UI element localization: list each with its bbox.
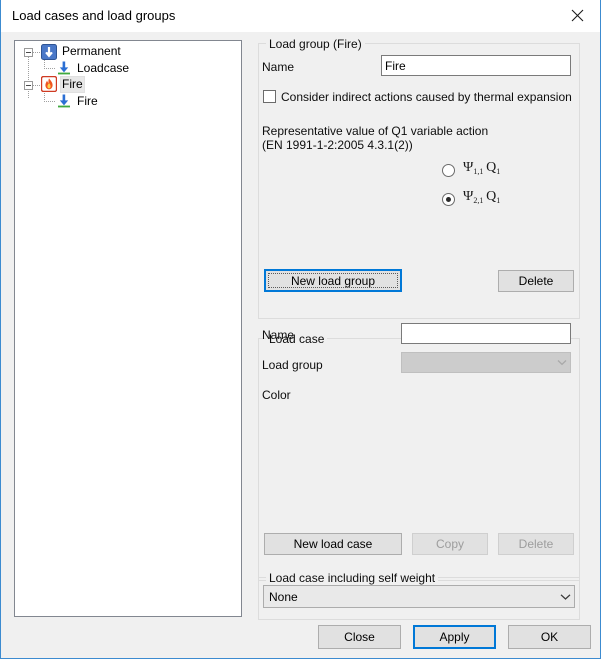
- chevron-down-icon: [557, 593, 574, 601]
- title-bar: Load cases and load groups: [1, 0, 600, 33]
- radio-psi-1-1[interactable]: [442, 164, 455, 177]
- load-case-tree[interactable]: Permanent Loadcase Fire Fire: [14, 40, 242, 617]
- close-button[interactable]: [554, 0, 600, 31]
- delete-load-group-label: Delete: [518, 274, 554, 288]
- psi-sub-2: 2,1: [473, 196, 484, 205]
- chevron-down-icon: [553, 359, 570, 366]
- tree-item-fire-group[interactable]: Fire: [60, 76, 85, 93]
- load-group-name-input[interactable]: [381, 55, 571, 76]
- copy-load-case-label: Copy: [435, 537, 464, 551]
- load-case-group-label: Load group: [262, 358, 323, 372]
- radio-psi-2-1[interactable]: [442, 193, 455, 206]
- tree-item-label: Fire: [77, 94, 98, 108]
- close-icon: [571, 9, 583, 22]
- tree-item-fire-case[interactable]: Fire: [75, 93, 100, 110]
- delete-load-case-label: Delete: [518, 537, 554, 551]
- radio-psi-2-1-label: Ψ2,1 Q1: [463, 189, 500, 205]
- thermal-expansion-checkbox[interactable]: [263, 90, 276, 103]
- representative-value-line2: (EN 1991-1-2:2005 4.3.1(2)): [262, 138, 413, 152]
- new-load-case-button[interactable]: New load case: [264, 533, 402, 555]
- tree-item-permanent[interactable]: Permanent: [60, 43, 123, 60]
- page-title: Load cases and load groups: [12, 8, 176, 23]
- self-weight-select[interactable]: None: [263, 585, 575, 608]
- psi-symbol-1: Ψ: [463, 160, 474, 175]
- self-weight-legend: Load case including self weight: [266, 571, 439, 585]
- close-dialog-label: Close: [344, 630, 375, 644]
- psi-symbol-2: Ψ: [463, 189, 474, 204]
- new-load-group-button[interactable]: New load group: [264, 269, 402, 292]
- tree-item-label: Fire: [60, 76, 85, 93]
- tree-expander-fire[interactable]: [24, 81, 33, 90]
- apply-button[interactable]: Apply: [413, 625, 496, 649]
- close-dialog-button[interactable]: Close: [318, 625, 401, 649]
- ok-button[interactable]: OK: [508, 625, 591, 649]
- tree-item-label: Permanent: [62, 44, 121, 58]
- representative-value-line1: Representative value of Q1 variable acti…: [262, 124, 489, 138]
- load-group-name-label: Name: [262, 60, 295, 74]
- radio-psi-1-1-label: Ψ1,1 Q1: [463, 160, 500, 176]
- q-symbol-2: Q: [486, 189, 497, 204]
- apply-label: Apply: [439, 630, 470, 644]
- permanent-arrow-icon: [41, 44, 57, 63]
- tree-item-label: Loadcase: [77, 61, 130, 75]
- tree-connector-child1-h: [44, 68, 56, 69]
- dialog-client-area: Permanent Loadcase Fire Fire Load group …: [1, 32, 600, 657]
- load-case-color-label: Color: [262, 388, 291, 402]
- fire-flame-icon: [40, 75, 58, 95]
- new-load-group-label: New load group: [290, 273, 376, 288]
- load-case-group-select[interactable]: [401, 352, 571, 373]
- delete-load-case-button[interactable]: Delete: [498, 533, 574, 555]
- new-load-case-label: New load case: [293, 537, 373, 551]
- q-sub-1: 1: [496, 167, 501, 176]
- thermal-expansion-label: Consider indirect actions caused by ther…: [281, 90, 572, 104]
- ok-label: OK: [540, 630, 559, 644]
- tree-connector-child2-h: [44, 101, 56, 102]
- load-group-legend: Load group (Fire): [266, 37, 365, 51]
- load-case-name-label: Name: [262, 328, 295, 342]
- copy-load-case-button[interactable]: Copy: [412, 533, 488, 555]
- dialog-window: Load cases and load groups Permanent Loa…: [0, 0, 601, 659]
- tree-expander-permanent[interactable]: [24, 48, 33, 57]
- tree-item-loadcase[interactable]: Loadcase: [75, 60, 131, 77]
- q-sub-2: 1: [496, 196, 501, 205]
- psi-sub-1: 1,1: [473, 167, 484, 176]
- self-weight-value: None: [269, 589, 298, 604]
- delete-load-group-button[interactable]: Delete: [498, 270, 574, 292]
- load-case-name-input[interactable]: [401, 323, 571, 344]
- loadcase-arrow-icon: [56, 93, 72, 112]
- q-symbol-1: Q: [486, 160, 497, 175]
- tree-connector-trunk: [28, 55, 29, 99]
